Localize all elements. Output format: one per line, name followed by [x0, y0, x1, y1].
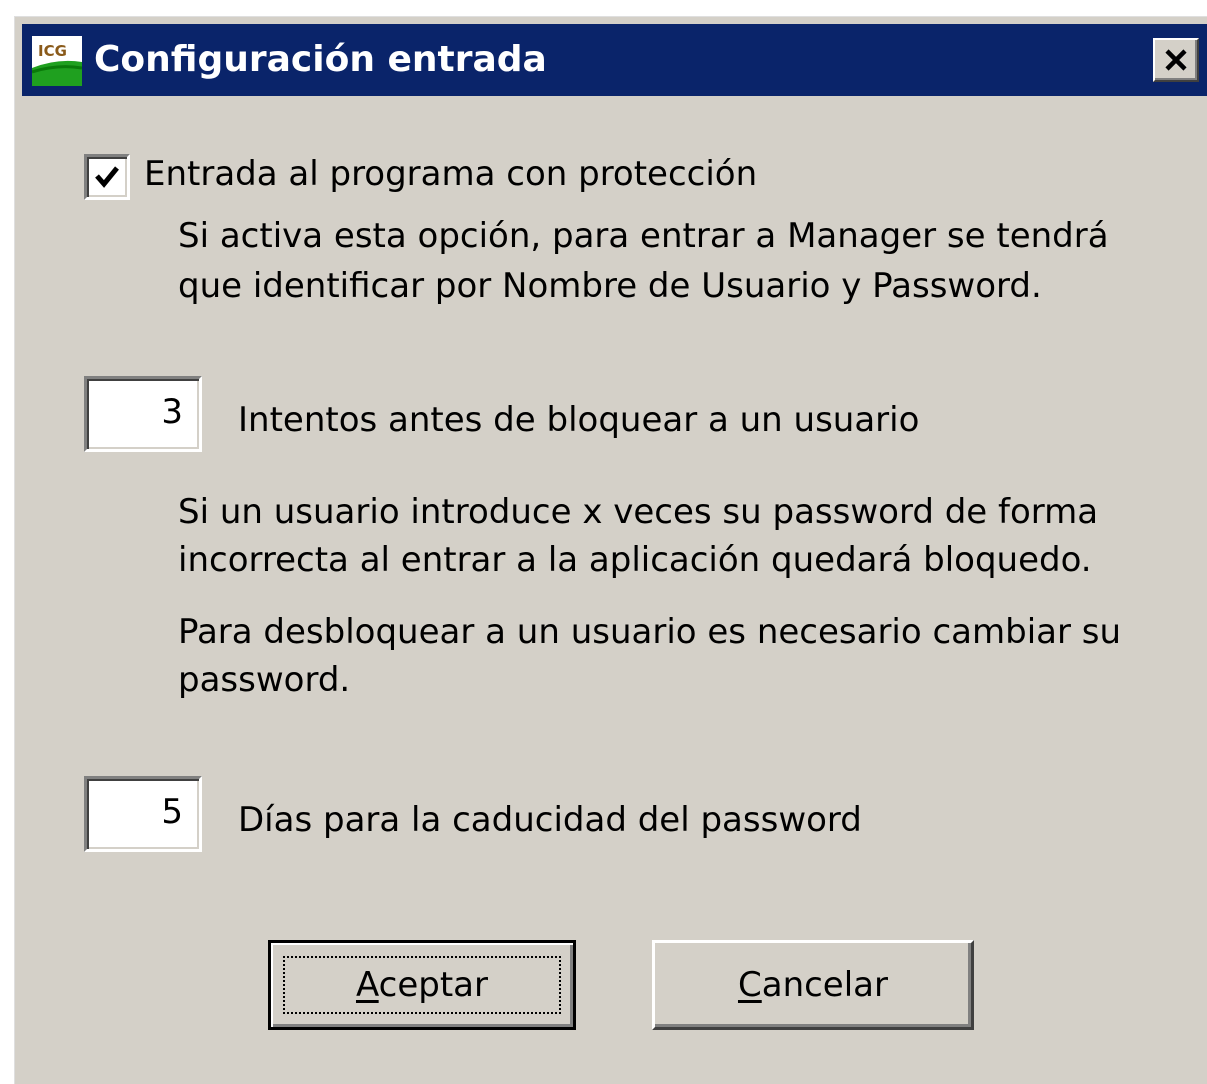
attempts-description-line4: password. — [178, 660, 351, 700]
attempts-description-line1: Si un usuario introduce x veces su passw… — [178, 492, 1099, 532]
attempts-label: Intentos antes de bloquear a un usuario — [238, 400, 920, 440]
app-logo-icon: ICG — [31, 36, 83, 86]
title-bar[interactable]: ICG Configuración entrada — [22, 24, 1207, 96]
cancel-button-label: Cancelar — [737, 965, 888, 1005]
dialog-window: ICG Configuración entrada Entrada al pro… — [12, 14, 1207, 1084]
cancel-button[interactable]: Cancelar — [652, 940, 974, 1030]
attempts-input[interactable]: 3 — [84, 376, 202, 452]
close-button[interactable] — [1153, 38, 1199, 82]
accept-button[interactable]: Aceptar — [268, 940, 576, 1030]
checkmark-icon — [95, 166, 119, 188]
protection-description-line1: Si activa esta opción, para entrar a Man… — [178, 216, 1109, 256]
protection-checkbox[interactable] — [84, 154, 130, 200]
attempts-description-line2: incorrecta al entrar a la aplicación que… — [178, 540, 1092, 580]
expiry-days-label: Días para la caducidad del password — [238, 800, 862, 840]
close-x-icon — [1165, 49, 1187, 71]
accept-button-label: Aceptar — [355, 965, 488, 1005]
svg-text:ICG: ICG — [38, 42, 67, 60]
expiry-days-input[interactable]: 5 — [84, 776, 202, 852]
window-title: Configuración entrada — [94, 39, 547, 80]
protection-description-line2: que identificar por Nombre de Usuario y … — [178, 266, 1042, 306]
attempts-description-line3: Para desbloquear a un usuario es necesar… — [178, 612, 1122, 652]
protection-label[interactable]: Entrada al programa con protección — [144, 150, 757, 198]
